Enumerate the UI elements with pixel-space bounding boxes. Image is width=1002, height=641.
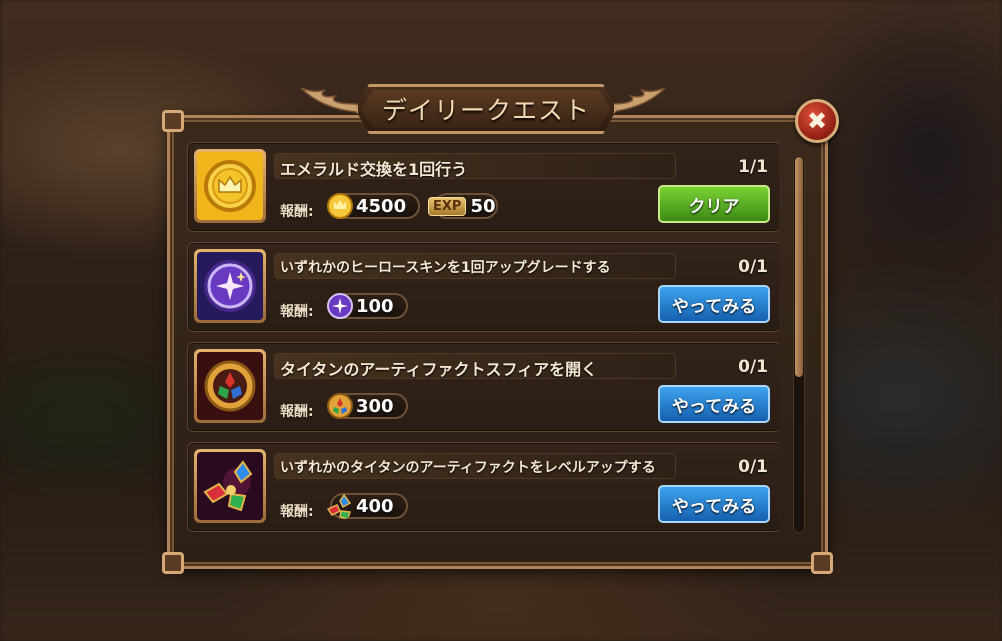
quest-row: いずれかのヒーロースキンを1回アップグレードする 0/1 報酬: 100 やって…	[187, 242, 779, 332]
title-plaque: デイリークエスト	[355, 84, 617, 134]
reward-titan-spark: 400	[326, 493, 408, 520]
reward-artifact-sphere: 300	[327, 393, 408, 419]
titan-artifact-sphere-icon	[327, 393, 353, 419]
reward-exp: EXP 50	[428, 193, 498, 219]
panel-corner-ornament	[811, 552, 833, 574]
quest-title: いずれかのタイタンのアーティファクトをレベルアップする	[280, 460, 656, 476]
go-button[interactable]: やってみる	[658, 485, 770, 523]
reward-value: 300	[356, 395, 394, 417]
quest-title: タイタンのアーティファクトスフィアを開く	[280, 360, 598, 379]
gold-crown-coin-icon	[197, 152, 263, 220]
titan-spark-icon	[326, 493, 352, 520]
purple-skin-stone-icon	[197, 252, 263, 320]
scrollbar-thumb[interactable]	[795, 157, 803, 377]
close-icon: ✖	[806, 107, 828, 135]
dialog-title: デイリークエスト	[381, 96, 590, 125]
reward-value: 400	[356, 495, 394, 517]
reward-gold: 4500	[327, 193, 420, 219]
quest-title: エメラルド交換を1回行う	[280, 160, 468, 179]
titan-artifact-gems-icon	[197, 452, 263, 520]
go-button[interactable]: やってみる	[658, 385, 770, 423]
reward-value: 50	[470, 195, 496, 217]
go-button[interactable]: やってみる	[658, 285, 770, 323]
reward-value: 4500	[356, 195, 407, 217]
quest-progress: 1/1	[738, 157, 768, 177]
quest-row: いずれかのタイタンのアーティファクトをレベルアップする 0/1 報酬: 400 …	[187, 442, 779, 532]
reward-label: 報酬:	[280, 404, 314, 420]
reward-label: 報酬:	[280, 504, 314, 520]
close-button[interactable]: ✖	[795, 99, 839, 143]
reward-label: 報酬:	[280, 204, 314, 220]
quest-row: タイタンのアーティファクトスフィアを開く 0/1 報酬: 300 やってみる	[187, 342, 779, 432]
exp-icon: EXP	[428, 196, 467, 216]
reward-skin-stone: 100	[327, 293, 408, 319]
reward-value: 100	[356, 295, 394, 317]
panel-corner-ornament	[162, 110, 184, 132]
quest-title: いずれかのヒーロースキンを1回アップグレードする	[280, 260, 611, 276]
claim-button[interactable]: クリア	[658, 185, 770, 223]
quest-icon-frame	[194, 249, 266, 323]
left-wing-icon	[300, 87, 357, 113]
right-wing-icon	[609, 87, 666, 113]
titan-artifact-sphere-icon	[197, 352, 263, 420]
skin-stone-icon	[327, 293, 353, 319]
quest-list: エメラルド交換を1回行う 1/1 報酬: 4500 EXP 50 クリア いずれ…	[187, 142, 779, 537]
quest-icon-frame	[194, 349, 266, 423]
quest-progress: 0/1	[738, 457, 768, 477]
reward-label: 報酬:	[280, 304, 314, 320]
quest-progress: 0/1	[738, 257, 768, 277]
quest-icon-frame	[194, 449, 266, 523]
quest-row: エメラルド交換を1回行う 1/1 報酬: 4500 EXP 50 クリア	[187, 142, 779, 232]
quest-progress: 0/1	[738, 357, 768, 377]
gold-coin-icon	[327, 193, 353, 219]
panel-corner-ornament	[162, 552, 184, 574]
title-banner: デイリークエスト	[297, 78, 669, 136]
quest-icon-frame	[194, 149, 266, 223]
